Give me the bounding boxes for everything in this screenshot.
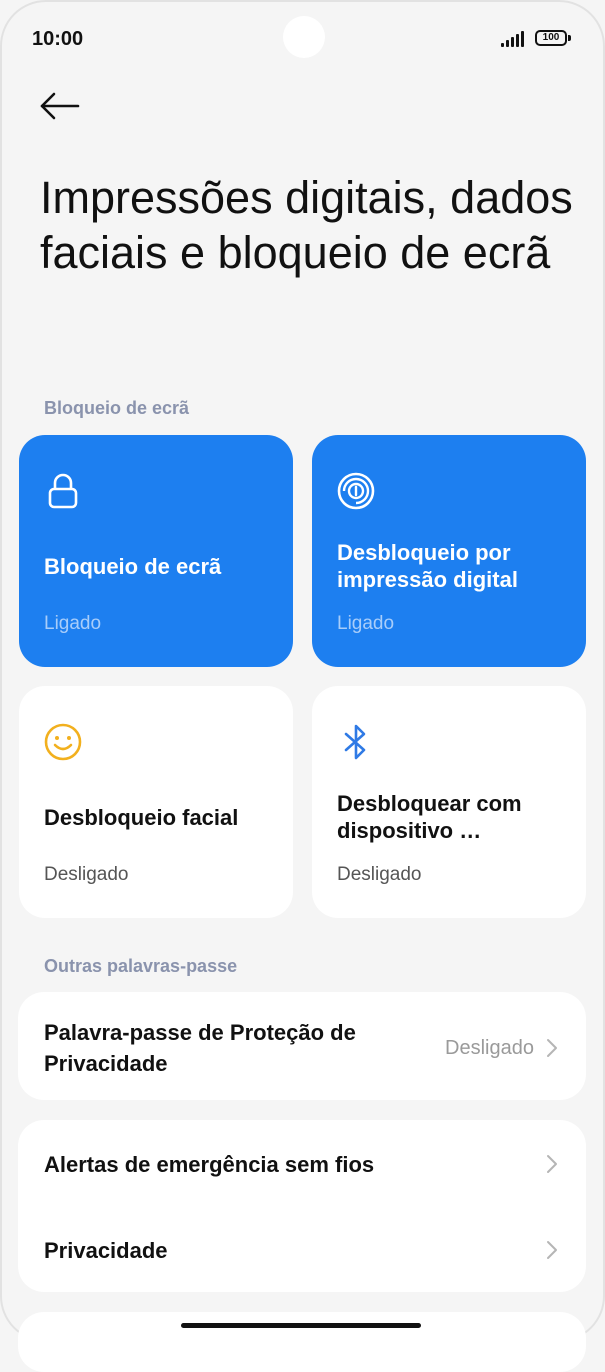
battery-icon: 100 bbox=[535, 30, 567, 46]
smiley-face-icon bbox=[44, 723, 82, 761]
tile-fingerprint-unlock[interactable]: Desbloqueio por impressão digital Ligado bbox=[312, 435, 586, 667]
page-title: Impressões digitais, dados faciais e blo… bbox=[40, 172, 573, 278]
battery-cap bbox=[568, 35, 571, 41]
tile-device-unlock-title: Desbloquear com dispositivo … bbox=[337, 791, 522, 843]
privacy-password-label: Palavra-passe de Proteção de Privacidade bbox=[44, 1020, 356, 1076]
tile-fingerprint-unlock-title: Desbloqueio por impressão digital bbox=[337, 540, 518, 592]
privacy-password-value: Desligado bbox=[445, 1037, 534, 1059]
bluetooth-icon bbox=[344, 724, 366, 760]
privacy-label: Privacidade bbox=[44, 1238, 168, 1263]
tile-face-unlock-status: Desligado bbox=[44, 864, 129, 885]
privacy-password-card: Palavra-passe de Proteção de Privacidade… bbox=[18, 992, 586, 1100]
tile-face-unlock-title: Desbloqueio facial bbox=[44, 805, 239, 830]
tile-device-unlock-status: Desligado bbox=[337, 864, 422, 885]
chevron-right-icon bbox=[547, 1241, 557, 1259]
section-header-screen-lock: Bloqueio de ecrã bbox=[44, 398, 190, 418]
front-camera-cutout bbox=[283, 16, 325, 58]
tile-fingerprint-unlock-status: Ligado bbox=[337, 613, 395, 634]
next-settings-card bbox=[18, 1312, 586, 1372]
chevron-right-icon bbox=[547, 1039, 557, 1057]
status-bar: 10:00 100 bbox=[0, 0, 605, 78]
tile-screen-lock[interactable]: Bloqueio de ecrã Ligado bbox=[19, 435, 293, 667]
battery-level: 100 bbox=[542, 32, 560, 43]
arrow-left-icon bbox=[40, 92, 80, 120]
tile-face-unlock[interactable]: Desbloqueio facial Desligado bbox=[19, 686, 293, 918]
lock-icon bbox=[48, 473, 78, 509]
emergency-alerts-row[interactable]: Alertas de emergência sem fios bbox=[18, 1120, 586, 1206]
tile-screen-lock-title: Bloqueio de ecrã bbox=[44, 554, 222, 579]
settings-list-card: Alertas de emergência sem fios Privacida… bbox=[18, 1120, 586, 1292]
back-button[interactable] bbox=[36, 84, 86, 128]
status-time: 10:00 bbox=[32, 28, 84, 50]
chevron-right-icon bbox=[547, 1155, 557, 1173]
section-header-other-passwords: Outras palavras-passe bbox=[44, 956, 238, 976]
privacy-password-row[interactable]: Palavra-passe de Proteção de Privacidade… bbox=[18, 992, 586, 1100]
emergency-alerts-label: Alertas de emergência sem fios bbox=[44, 1152, 375, 1177]
privacy-row[interactable]: Privacidade bbox=[18, 1206, 586, 1292]
tile-screen-lock-status: Ligado bbox=[44, 613, 102, 634]
fingerprint-icon bbox=[337, 472, 375, 510]
tile-device-unlock[interactable]: Desbloquear com dispositivo … Desligado bbox=[312, 686, 586, 918]
signal-strength-icon bbox=[501, 31, 529, 47]
home-indicator[interactable] bbox=[181, 1323, 421, 1328]
